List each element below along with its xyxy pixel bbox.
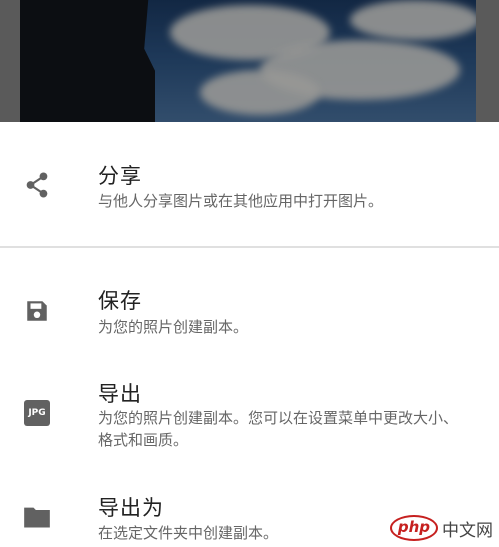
menu-item-title: 导出 (98, 382, 142, 406)
watermark: php 中文网 (389, 515, 493, 541)
folder-icon (22, 502, 52, 532)
menu-item-save[interactable]: 保存 为您的照片创建副本。 (0, 248, 499, 348)
watermark-logo: php (389, 515, 438, 541)
bottom-sheet: 分享 与他人分享图片或在其他应用中打开图片。 保存 为您的照片创建副本。 JPG… (0, 122, 499, 547)
watermark-text: 中文网 (442, 515, 493, 541)
menu-item-description: 与他人分享图片或在其他应用中打开图片。 (98, 192, 384, 210)
dim-overlay[interactable] (0, 0, 499, 122)
save-icon (22, 296, 52, 326)
share-icon (22, 170, 52, 200)
menu-item-title: 保存 (98, 289, 142, 313)
menu-item-description: 为您的照片创建副本。您可以在设置菜单中更改大小、格式和画质。 (98, 409, 459, 449)
screen: 分享 与他人分享图片或在其他应用中打开图片。 保存 为您的照片创建副本。 JPG… (0, 0, 499, 547)
menu-item-title: 导出为 (98, 496, 164, 520)
menu-item-description: 为您的照片创建副本。 (98, 318, 249, 336)
menu-item-title: 分享 (98, 164, 142, 188)
menu-item-share[interactable]: 分享 与他人分享图片或在其他应用中打开图片。 (0, 122, 499, 246)
menu-item-export[interactable]: JPG 导出 为您的照片创建副本。您可以在设置菜单中更改大小、格式和画质。 (0, 348, 499, 458)
jpg-icon: JPG (22, 398, 52, 428)
jpg-icon-label: JPG (24, 400, 50, 426)
